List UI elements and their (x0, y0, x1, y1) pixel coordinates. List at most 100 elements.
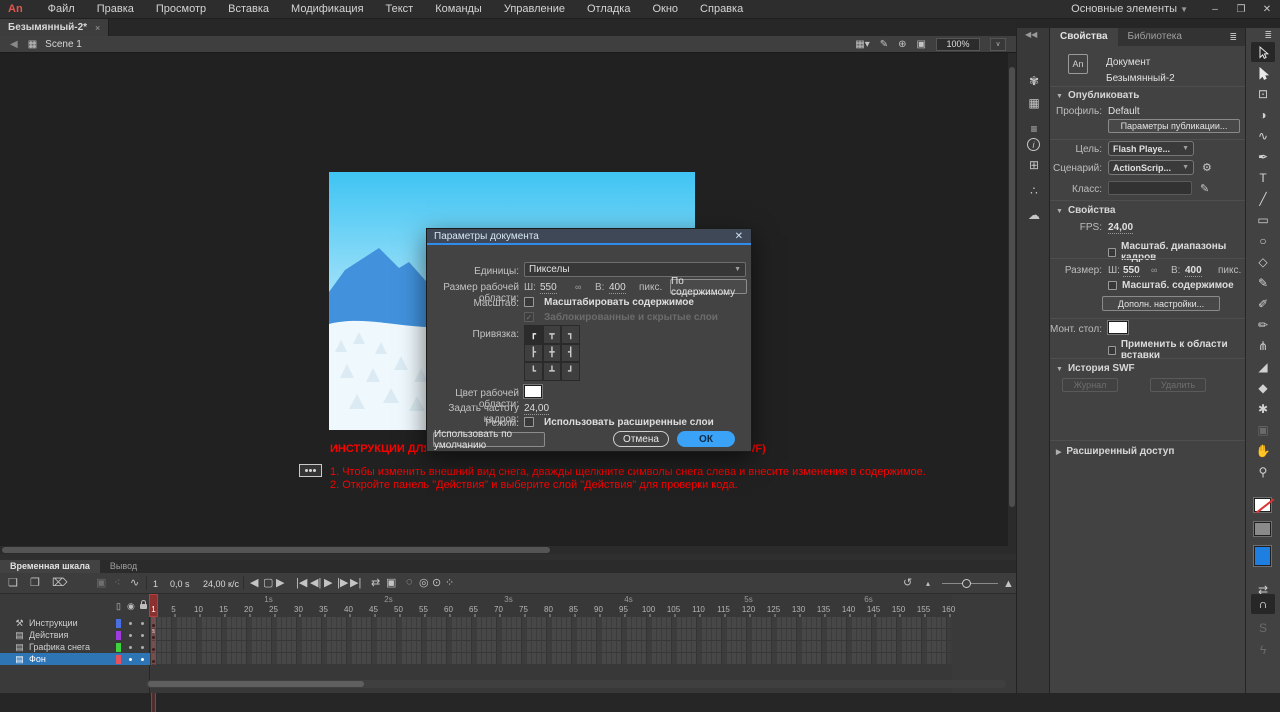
onion-outlines-icon[interactable]: ◎ (419, 576, 429, 589)
layer-lock-dot[interactable] (141, 658, 144, 661)
publish-section-header[interactable]: ▼Опубликовать (1056, 90, 1139, 101)
advanced-settings-button[interactable]: Дополн. настройки... (1102, 296, 1220, 311)
go-first-icon[interactable]: |◀ (296, 576, 307, 589)
match-contents-button[interactable]: По содержимому (670, 279, 747, 294)
back-arrow-icon[interactable]: ◀ (10, 39, 18, 50)
go-last-icon[interactable]: ▶| (350, 576, 361, 589)
dialog-close-icon[interactable]: ✕ (735, 231, 751, 242)
frame-rate[interactable]: 24,00 к/с (203, 579, 239, 589)
stage-vertical-scrollbar[interactable] (1008, 53, 1016, 546)
swf-clear-button[interactable]: Удалить (1150, 378, 1206, 392)
align-panel-icon[interactable]: ≡ (1024, 120, 1044, 138)
anchor-cell-5[interactable]: ┫ (561, 344, 580, 363)
scale-content-checkbox[interactable]: Масштаб. содержимое (1108, 280, 1234, 291)
custom-onion-icon[interactable]: ⁘ (445, 576, 454, 589)
swf-history-section-header[interactable]: ▼История SWF (1056, 363, 1135, 374)
panel-menu-icon[interactable]: ≣ (1264, 30, 1272, 41)
minimize-button[interactable]: – (1202, 0, 1228, 19)
selection-tool[interactable] (1251, 42, 1275, 62)
free-transform-tool[interactable]: ⊡ (1251, 84, 1275, 104)
camera-tool[interactable]: ▣ (1251, 420, 1275, 440)
fps-value[interactable]: 24,00 (1108, 222, 1133, 234)
cc-libraries-panel-icon[interactable]: ☁ (1024, 206, 1044, 224)
eraser-tool[interactable]: ◆ (1251, 378, 1275, 398)
width-value[interactable]: 550 (540, 282, 557, 294)
tab-output[interactable]: Вывод (100, 560, 147, 573)
classic-brush-tool[interactable]: ✏ (1251, 315, 1275, 335)
document-tab[interactable]: Безымянный-2* × (0, 19, 109, 36)
layer-color-swatch[interactable] (116, 619, 121, 628)
framerate-value[interactable]: 24,00 (524, 403, 549, 415)
snap-to-objects-icon[interactable]: ∩ (1251, 594, 1275, 614)
frame-indicator-icon[interactable]: ▢ (263, 576, 273, 589)
size-h-value[interactable]: 400 (1185, 265, 1202, 277)
layer-visibility-dot[interactable] (129, 622, 132, 625)
object-drawing-swatch[interactable] (1254, 522, 1271, 536)
layer-color-swatch[interactable] (116, 631, 121, 640)
lightning-icon[interactable]: ϟ (1251, 640, 1275, 660)
menu-item-просмотр[interactable]: Просмотр (145, 0, 217, 19)
cancel-button[interactable]: Отмена (613, 431, 669, 447)
class-input[interactable] (1108, 181, 1192, 195)
color-panel-icon[interactable]: ✾ (1024, 72, 1044, 90)
properties-section-header[interactable]: ▼Свойства (1056, 205, 1115, 216)
link-dimensions-icon[interactable]: ∞ (575, 282, 581, 292)
use-default-button[interactable]: Использовать по умолчанию (433, 432, 545, 447)
stage-zoom-input[interactable]: 100% (936, 38, 980, 51)
graph-editor-icon[interactable]: ∿ (130, 576, 139, 589)
gradient-transform-tool[interactable]: ◑ (1251, 105, 1275, 125)
pencil-tool[interactable]: ✎ (1251, 273, 1275, 293)
code-snippets-panel-icon[interactable]: ∴ (1024, 182, 1044, 200)
rectangle-tool[interactable]: ▭ (1251, 210, 1275, 230)
swatches-panel-icon[interactable]: ▦ (1024, 94, 1044, 112)
stage-color-swatch[interactable] (1108, 321, 1128, 334)
transform-panel-icon[interactable]: ⊞ (1024, 156, 1044, 174)
eye-icon[interactable]: ◉ (127, 601, 135, 612)
menu-item-отладка[interactable]: Отладка (576, 0, 641, 19)
close-button[interactable]: ✕ (1254, 0, 1280, 19)
frame-row-Графика снега[interactable] (151, 641, 952, 653)
layer-visibility-dot[interactable] (129, 646, 132, 649)
layer-color-swatch[interactable] (116, 655, 121, 664)
text-tool[interactable]: T (1251, 168, 1275, 188)
collapse-panels-icon[interactable]: ◀◀ (1025, 30, 1037, 39)
layer-visibility-dot[interactable] (129, 634, 132, 637)
hand-tool[interactable]: ✋ (1251, 441, 1275, 461)
anchor-cell-0[interactable]: ┏ (524, 325, 543, 344)
dialog-title-bar[interactable]: Параметры документа ✕ (427, 229, 751, 245)
layer-row-Фон[interactable]: ▤Фон (0, 653, 150, 665)
target-dropdown[interactable]: Flash Playe... ▼ (1108, 141, 1194, 156)
accessibility-section-header[interactable]: ▶Расширенный доступ (1056, 446, 1174, 457)
frame-back-icon[interactable]: ◀| (310, 576, 321, 589)
step-back-icon[interactable]: ◀ (250, 576, 258, 589)
tab-library[interactable]: Библиотека (1118, 28, 1192, 46)
wrench-icon[interactable]: ⚙ (1202, 161, 1212, 174)
play-icon[interactable]: ▶ (324, 576, 332, 589)
tab-timeline[interactable]: Временная шкала (0, 560, 100, 573)
anchor-cell-6[interactable]: ┗ (524, 362, 543, 381)
playhead[interactable]: 1 (149, 594, 158, 617)
info-panel-icon[interactable]: i (1027, 138, 1040, 151)
stroke-color-swatch[interactable] (1254, 498, 1271, 512)
layer-lock-dot[interactable] (141, 634, 144, 637)
layer-lock-dot[interactable] (141, 646, 144, 649)
edit-scene-icon[interactable]: ▦▾ (855, 39, 869, 50)
menu-item-управление[interactable]: Управление (493, 0, 576, 19)
stage-zoom-dropdown[interactable]: ∨ (990, 38, 1006, 51)
frame-row-Инструкции[interactable] (151, 617, 952, 629)
anchor-cell-7[interactable]: ┻ (543, 362, 562, 381)
menu-item-модификация[interactable]: Модификация (280, 0, 375, 19)
layer-row-Действия[interactable]: ▤Действия (0, 629, 150, 641)
edit-symbol-icon[interactable]: ✎ (880, 39, 888, 50)
asset-warp-tool[interactable]: ✱ (1251, 399, 1275, 419)
paint-brush-tool[interactable]: ✐ (1251, 294, 1275, 314)
menu-item-правка[interactable]: Правка (86, 0, 145, 19)
zoom-tool[interactable]: ⚲ (1251, 462, 1275, 482)
ok-button[interactable]: ОК (677, 431, 735, 447)
publish-settings-button[interactable]: Параметры публикации... (1108, 119, 1240, 133)
scene-breadcrumb[interactable]: Scene 1 (45, 39, 82, 50)
anchor-cell-2[interactable]: ┓ (561, 325, 580, 344)
pen-tool[interactable]: ✒ (1251, 147, 1275, 167)
layer-lock-dot[interactable] (141, 622, 144, 625)
lock-icon[interactable] (140, 604, 147, 609)
